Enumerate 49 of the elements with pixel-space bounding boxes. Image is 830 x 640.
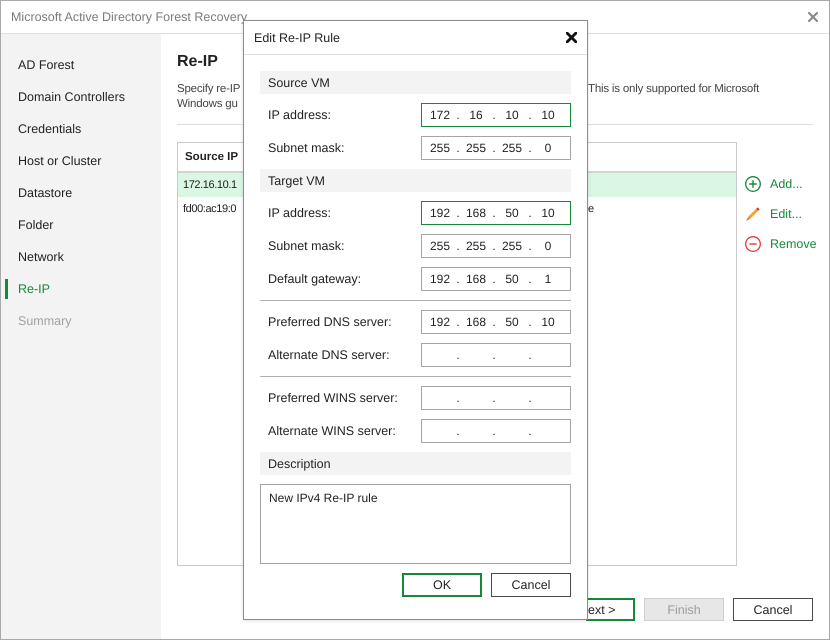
cancel-button[interactable]: Cancel — [733, 598, 813, 621]
description-text: This is only supported for Microsoft — [588, 82, 760, 97]
close-icon[interactable] — [566, 32, 577, 43]
remove-button[interactable]: Remove — [745, 235, 817, 253]
description-text: Windows gu — [177, 97, 238, 112]
sidebar-item[interactable]: Domain Controllers — [5, 87, 161, 107]
pencil-icon — [745, 206, 761, 222]
field-label: Preferred DNS server: — [267, 315, 392, 329]
section-header: Description — [260, 452, 571, 475]
ip-field[interactable]: . . . — [421, 386, 571, 410]
table-cell-text: 172.16.10.1 — [182, 179, 237, 191]
ip-field[interactable]: . . . — [421, 419, 571, 443]
ip-field[interactable]: 192 . 168 . 50 . 1 — [421, 267, 571, 291]
ok-button[interactable]: OK — [402, 573, 482, 597]
sidebar-item[interactable]: Datastore — [5, 183, 161, 203]
description-text: Specify re-IP — [177, 82, 240, 97]
description-field[interactable]: New IPv4 Re-IP rule — [260, 484, 571, 564]
sidebar-item[interactable]: Credentials — [5, 119, 161, 139]
ip-field[interactable]: . . . — [421, 343, 571, 367]
sidebar-item[interactable]: Re-IP — [5, 279, 161, 299]
next-button[interactable]: ext > — [586, 598, 635, 621]
sidebar-item[interactable]: Host or Cluster — [5, 151, 161, 171]
field-label: Subnet mask: — [267, 239, 344, 253]
plus-circle-icon — [745, 176, 761, 192]
cancel-button[interactable]: Cancel — [491, 573, 571, 597]
sidebar-item[interactable]: AD Forest — [5, 55, 161, 75]
dialog-title: Edit Re-IP Rule — [254, 30, 340, 44]
ip-field[interactable]: 172 . 16 . 10 . 10 — [421, 103, 571, 127]
column-header[interactable]: Source IP — [178, 151, 238, 163]
field-label: Alternate DNS server: — [267, 348, 390, 362]
add-button[interactable]: Add... — [745, 175, 803, 193]
ip-field[interactable]: 192 . 168 . 50 . 10 — [421, 201, 571, 225]
field-label: IP address: — [267, 108, 332, 122]
field-label: Alternate WINS server: — [267, 424, 396, 438]
section-header: Target VM — [260, 169, 571, 192]
page-heading: Re-IP — [177, 52, 218, 72]
minus-circle-icon — [745, 236, 761, 252]
ip-field[interactable]: 192 . 168 . 50 . 10 — [421, 310, 571, 334]
field-label: Default gateway: — [267, 272, 362, 286]
field-label: Preferred WINS server: — [267, 391, 398, 405]
ip-field[interactable]: 255 . 255 . 255 . 0 — [421, 136, 571, 160]
field-label: IP address: — [267, 206, 332, 220]
section-header: Source VM — [260, 71, 571, 94]
field-label: Subnet mask: — [267, 141, 344, 155]
sidebar-item[interactable]: Network — [5, 247, 161, 267]
edit-button[interactable]: Edit... — [745, 205, 802, 223]
ip-field[interactable]: 255 . 255 . 255 . 0 — [421, 234, 571, 258]
window-title: Microsoft Active Directory Forest Recovery — [11, 10, 248, 24]
sidebar-item[interactable]: Folder — [5, 215, 161, 235]
